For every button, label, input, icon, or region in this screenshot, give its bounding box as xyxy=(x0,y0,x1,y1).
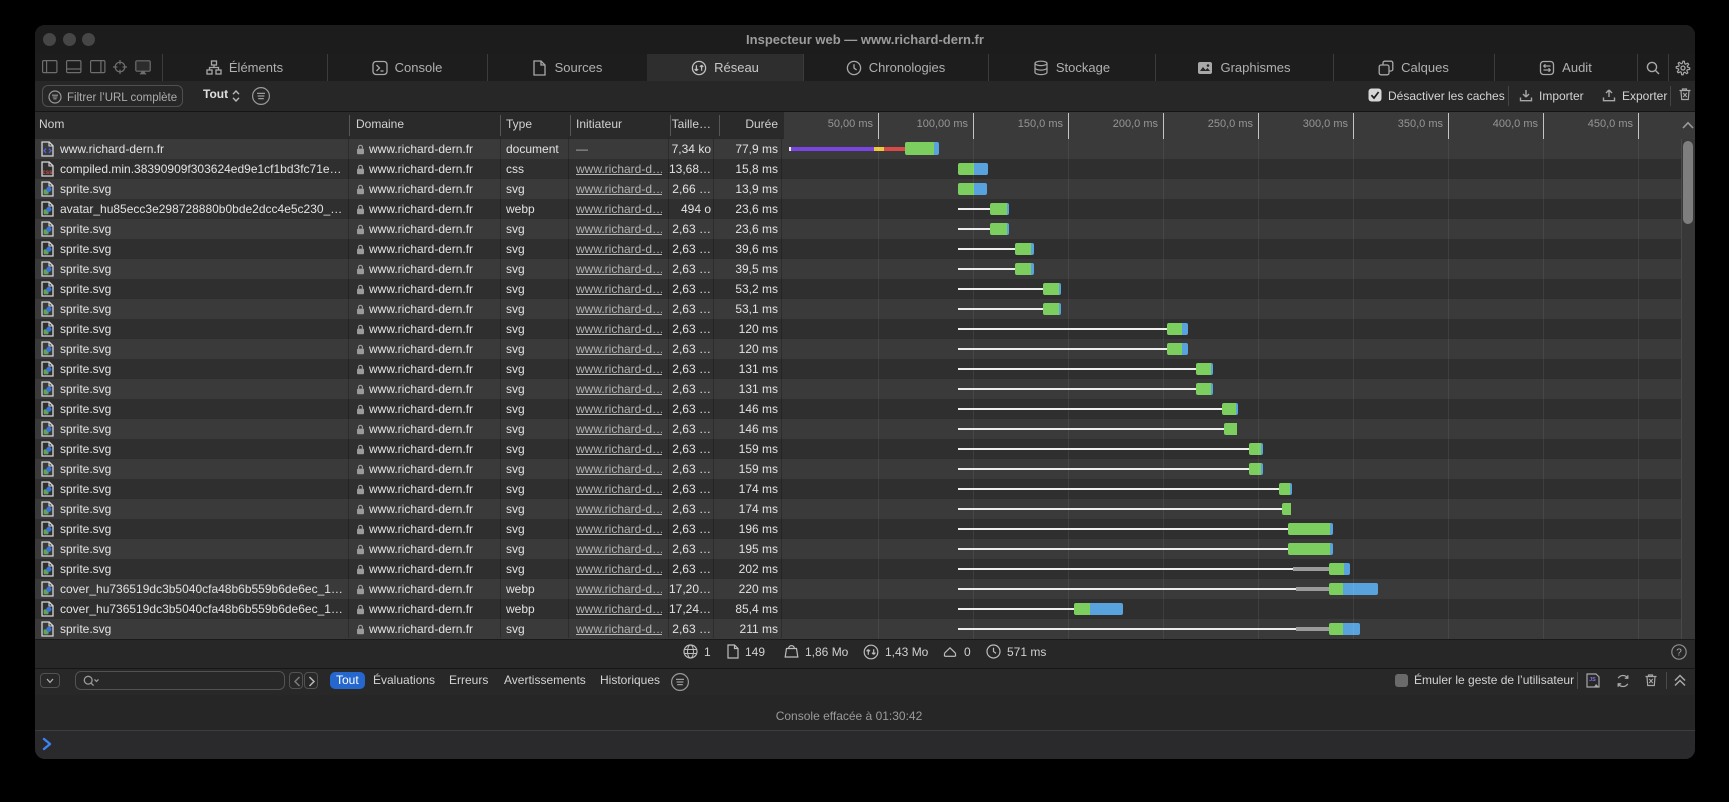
svg-text:css: css xyxy=(42,170,53,176)
svg-text:JS: JS xyxy=(1589,677,1596,683)
svg-text:?: ? xyxy=(1676,648,1682,659)
